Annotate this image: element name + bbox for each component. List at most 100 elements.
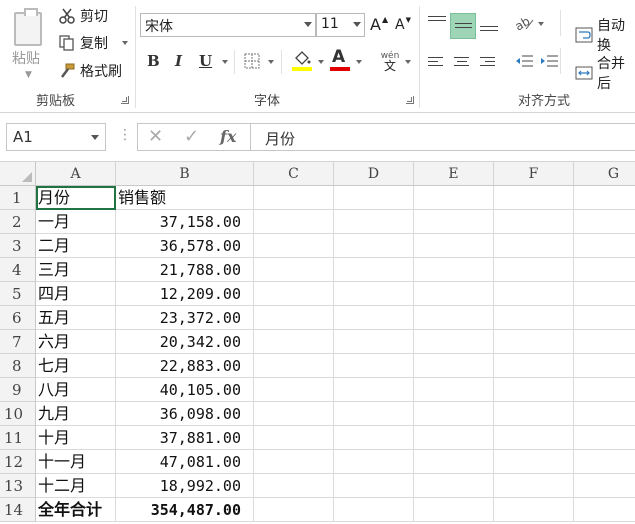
cell-g12[interactable]: [574, 450, 635, 474]
column-header-c[interactable]: C: [254, 162, 334, 186]
cell-e3[interactable]: [414, 234, 494, 258]
chevron-down-icon[interactable]: [122, 41, 128, 45]
cell-c2[interactable]: [254, 210, 334, 234]
cell-d8[interactable]: [334, 354, 414, 378]
fill-bucket-icon[interactable]: [291, 48, 313, 72]
cell-d3[interactable]: [334, 234, 414, 258]
cell-f7[interactable]: [494, 330, 574, 354]
cell-d11[interactable]: [334, 426, 414, 450]
cell-b9[interactable]: 40,105.00: [116, 378, 254, 402]
cell-b7[interactable]: 20,342.00: [116, 330, 254, 354]
chevron-down-icon[interactable]: [356, 60, 362, 64]
font-launcher-icon[interactable]: [406, 96, 414, 104]
italic-button[interactable]: I: [175, 52, 182, 70]
cell-e2[interactable]: [414, 210, 494, 234]
cell-e4[interactable]: [414, 258, 494, 282]
align-top-button[interactable]: [428, 13, 446, 33]
cell-f2[interactable]: [494, 210, 574, 234]
chevron-down-icon[interactable]: [318, 60, 324, 64]
font-size-select[interactable]: 11: [316, 13, 365, 37]
font-color-button[interactable]: A: [332, 47, 345, 67]
row-header-5[interactable]: 5: [0, 282, 36, 306]
align-bottom-button[interactable]: [480, 13, 498, 35]
underline-button[interactable]: U: [199, 52, 212, 70]
cell-f6[interactable]: [494, 306, 574, 330]
row-header-2[interactable]: 2: [0, 210, 36, 234]
cell-g4[interactable]: [574, 258, 635, 282]
cell-f1[interactable]: [494, 186, 574, 210]
cell-c6[interactable]: [254, 306, 334, 330]
cell-d5[interactable]: [334, 282, 414, 306]
more-options-icon[interactable]: ⋮: [118, 127, 132, 143]
bold-button[interactable]: B: [147, 52, 160, 70]
cell-g7[interactable]: [574, 330, 635, 354]
cell-f12[interactable]: [494, 450, 574, 474]
column-header-a[interactable]: A: [36, 162, 116, 186]
cell-a12[interactable]: 十一月: [36, 450, 116, 474]
cell-d10[interactable]: [334, 402, 414, 426]
cell-c14[interactable]: [254, 498, 334, 522]
chevron-down-icon[interactable]: [268, 60, 274, 64]
wrap-text-button[interactable]: 自动换: [575, 15, 635, 55]
cell-a3[interactable]: 二月: [36, 234, 116, 258]
cell-b14[interactable]: 354,487.00: [116, 498, 254, 522]
cell-f4[interactable]: [494, 258, 574, 282]
cell-f3[interactable]: [494, 234, 574, 258]
cell-d2[interactable]: [334, 210, 414, 234]
cell-f10[interactable]: [494, 402, 574, 426]
row-header-10[interactable]: 10: [0, 402, 36, 426]
cell-a9[interactable]: 八月: [36, 378, 116, 402]
cell-g11[interactable]: [574, 426, 635, 450]
cell-f5[interactable]: [494, 282, 574, 306]
cell-c3[interactable]: [254, 234, 334, 258]
row-header-14[interactable]: 14: [0, 498, 36, 522]
cell-d4[interactable]: [334, 258, 414, 282]
column-header-g[interactable]: G: [574, 162, 635, 186]
cell-d7[interactable]: [334, 330, 414, 354]
row-header-3[interactable]: 3: [0, 234, 36, 258]
cell-a10[interactable]: 九月: [36, 402, 116, 426]
cancel-icon[interactable]: ✕: [148, 126, 163, 147]
cell-c7[interactable]: [254, 330, 334, 354]
cell-a14[interactable]: 全年合计: [36, 498, 116, 522]
cell-c1[interactable]: [254, 186, 334, 210]
cell-a4[interactable]: 三月: [36, 258, 116, 282]
clipboard-launcher-icon[interactable]: [121, 96, 129, 104]
column-header-d[interactable]: D: [334, 162, 414, 186]
cell-b1[interactable]: 销售额: [116, 186, 254, 210]
row-header-1[interactable]: 1: [0, 186, 36, 210]
cell-e13[interactable]: [414, 474, 494, 498]
cell-g13[interactable]: [574, 474, 635, 498]
cell-g8[interactable]: [574, 354, 635, 378]
cell-g6[interactable]: [574, 306, 635, 330]
cell-a7[interactable]: 六月: [36, 330, 116, 354]
cell-g14[interactable]: [574, 498, 635, 522]
cell-b10[interactable]: 36,098.00: [116, 402, 254, 426]
cell-b12[interactable]: 47,081.00: [116, 450, 254, 474]
font-name-select[interactable]: 宋体: [140, 13, 316, 37]
column-header-f[interactable]: F: [494, 162, 574, 186]
cell-b13[interactable]: 18,992.00: [116, 474, 254, 498]
cell-b5[interactable]: 12,209.00: [116, 282, 254, 306]
cell-b8[interactable]: 22,883.00: [116, 354, 254, 378]
cell-f9[interactable]: [494, 378, 574, 402]
increase-indent-icon[interactable]: [539, 53, 559, 69]
cell-a6[interactable]: 五月: [36, 306, 116, 330]
copy-button[interactable]: 复制: [58, 33, 128, 53]
chevron-down-icon[interactable]: [538, 22, 544, 26]
cell-g5[interactable]: [574, 282, 635, 306]
cell-e1[interactable]: [414, 186, 494, 210]
cell-e12[interactable]: [414, 450, 494, 474]
cell-c13[interactable]: [254, 474, 334, 498]
decrease-indent-icon[interactable]: [514, 53, 534, 69]
cell-e6[interactable]: [414, 306, 494, 330]
cell-e5[interactable]: [414, 282, 494, 306]
column-header-b[interactable]: B: [116, 162, 254, 186]
row-header-9[interactable]: 9: [0, 378, 36, 402]
cell-b4[interactable]: 21,788.00: [116, 258, 254, 282]
cell-b2[interactable]: 37,158.00: [116, 210, 254, 234]
cell-a5[interactable]: 四月: [36, 282, 116, 306]
row-header-6[interactable]: 6: [0, 306, 36, 330]
format-painter-button[interactable]: 格式刷: [58, 61, 122, 81]
row-header-8[interactable]: 8: [0, 354, 36, 378]
